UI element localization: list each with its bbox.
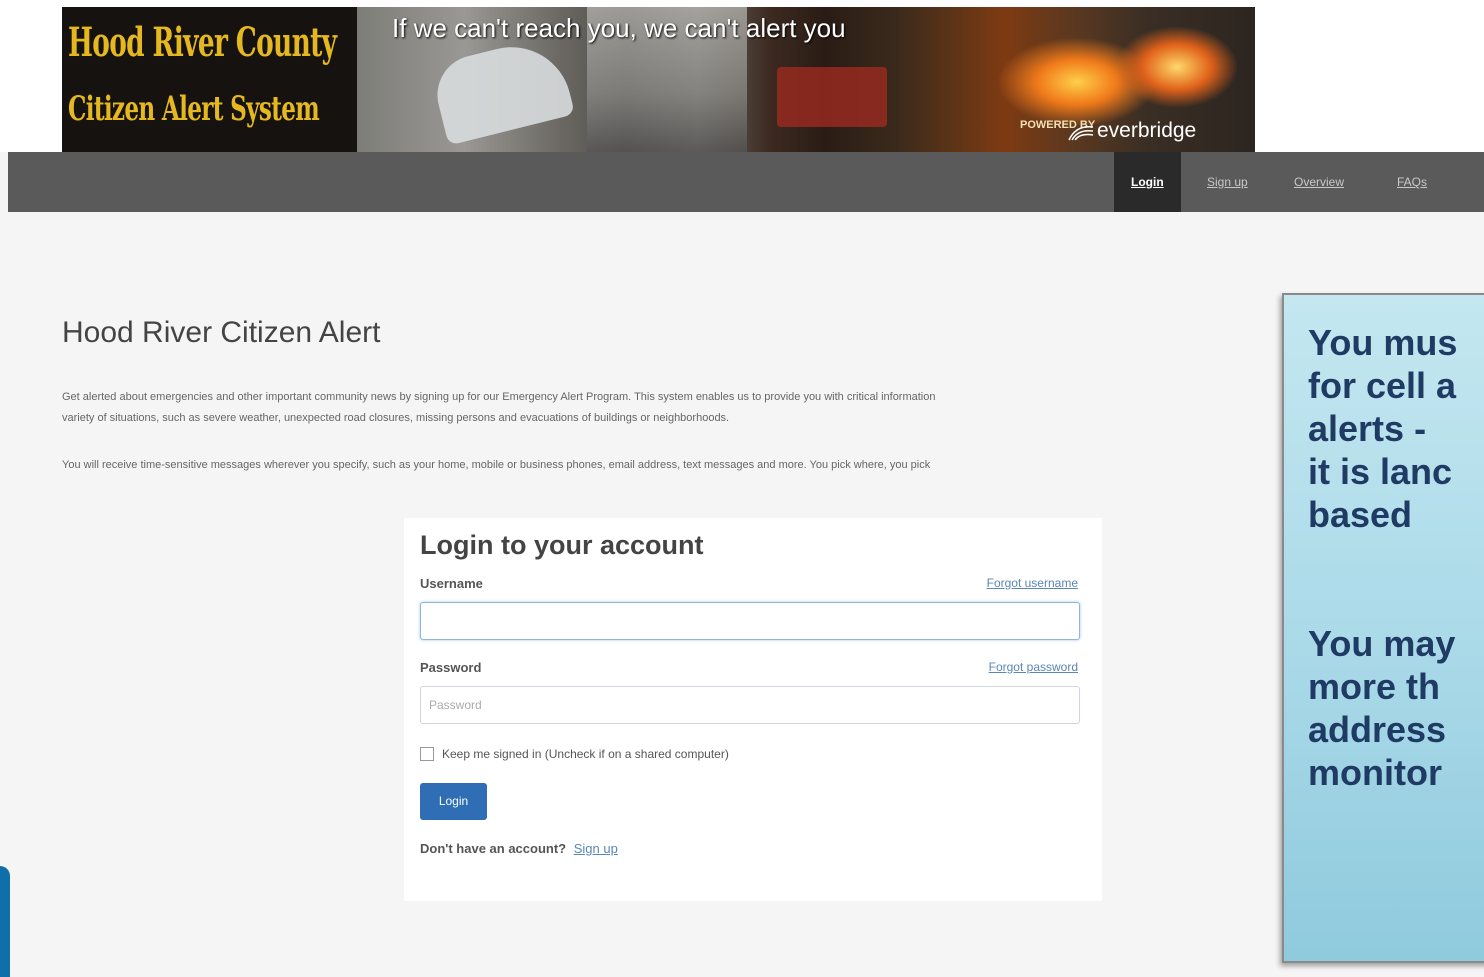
no-account-row: Don't have an account? Sign up bbox=[420, 841, 618, 856]
banner-slogan: If we can't reach you, we can't alert yo… bbox=[392, 13, 846, 43]
callout-note: You mus for cell a alerts - it is lanc b… bbox=[1282, 293, 1484, 963]
login-heading: Login to your account bbox=[420, 530, 704, 560]
page: Hood River County Citizen Alert System I… bbox=[0, 0, 1484, 977]
callout-line: alerts - bbox=[1308, 408, 1427, 449]
banner-flood-car-image bbox=[429, 34, 575, 146]
nav-signup[interactable]: Sign up bbox=[1207, 152, 1248, 212]
callout-paragraph-1: You mus for cell a alerts - it is lanc b… bbox=[1308, 321, 1457, 536]
callout-line: more th bbox=[1308, 666, 1441, 707]
intro-paragraph-2: You will receive time-sensitive messages… bbox=[62, 459, 931, 471]
username-input[interactable] bbox=[420, 602, 1080, 640]
site-banner[interactable]: Hood River County Citizen Alert System I… bbox=[62, 7, 1255, 152]
keep-signed-in-row[interactable]: Keep me signed in (Uncheck if on a share… bbox=[420, 744, 729, 764]
banner-fire-truck-image bbox=[777, 67, 887, 127]
intro-paragraph-1-line-2: variety of situations, such as severe we… bbox=[62, 412, 730, 424]
banner-title-line1: Hood River County bbox=[68, 19, 337, 66]
slide-accent-shape bbox=[0, 866, 10, 977]
login-button[interactable]: Login bbox=[420, 783, 487, 820]
callout-line: address bbox=[1308, 709, 1447, 750]
callout-line: You may bbox=[1308, 623, 1456, 664]
password-label: Password bbox=[420, 660, 482, 675]
nav-overview[interactable]: Overview bbox=[1294, 152, 1344, 212]
keep-signed-in-label[interactable]: Keep me signed in (Uncheck if on a share… bbox=[442, 747, 729, 761]
banner-fire-image-2 bbox=[1117, 27, 1237, 107]
forgot-password-link[interactable]: Forgot password bbox=[989, 660, 1078, 674]
nav-faqs[interactable]: FAQs bbox=[1397, 152, 1427, 212]
callout-line: monitor bbox=[1308, 752, 1442, 793]
no-account-text: Don't have an account? bbox=[420, 841, 567, 856]
page-title: Hood River Citizen Alert bbox=[62, 316, 381, 349]
username-label: Username bbox=[420, 576, 483, 591]
everbridge-brand-text: everbridge bbox=[1097, 119, 1197, 142]
callout-paragraph-2: You may more th address monitor bbox=[1308, 622, 1455, 794]
banner-title-box: Hood River County Citizen Alert System bbox=[62, 7, 357, 152]
keep-signed-in-checkbox[interactable] bbox=[420, 747, 434, 761]
signup-link[interactable]: Sign up bbox=[574, 841, 618, 856]
intro-paragraph-1-line-1: Get alerted about emergencies and other … bbox=[62, 391, 936, 403]
password-input[interactable] bbox=[420, 686, 1080, 724]
nav-login[interactable]: Login bbox=[1114, 152, 1181, 212]
callout-line: based bbox=[1308, 494, 1413, 535]
callout-line: for cell a bbox=[1308, 365, 1457, 406]
callout-line: You mus bbox=[1308, 322, 1458, 363]
forgot-username-link[interactable]: Forgot username bbox=[987, 576, 1078, 590]
callout-line: it is lanc bbox=[1308, 451, 1453, 492]
everbridge-logo-icon bbox=[1068, 126, 1094, 141]
login-panel: Login to your account Username Forgot us… bbox=[404, 518, 1102, 901]
main-navigation: Login Sign up Overview FAQs bbox=[8, 152, 1484, 212]
banner-title-line2: Citizen Alert System bbox=[68, 89, 320, 129]
